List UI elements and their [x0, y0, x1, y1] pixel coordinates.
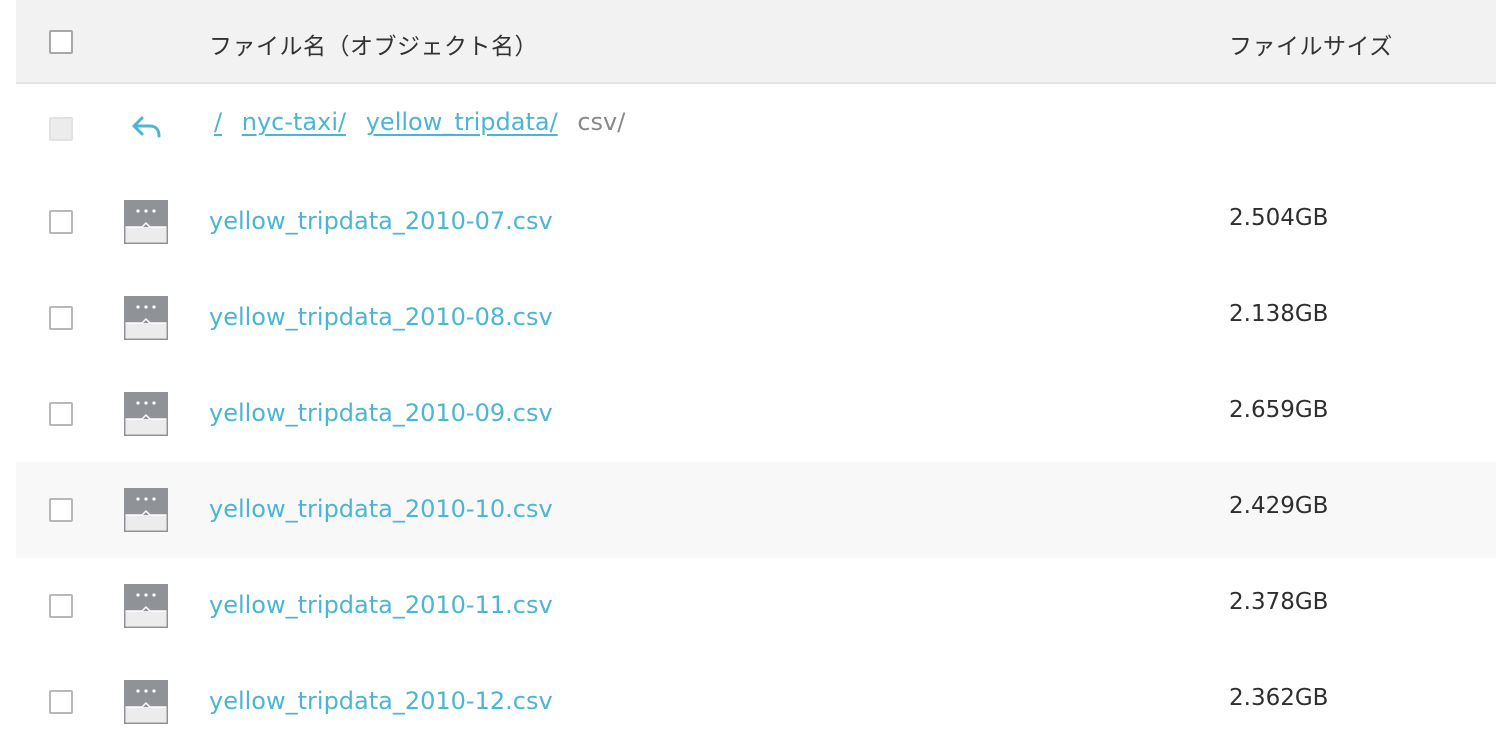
file-size: 2.138GB: [1229, 301, 1329, 327]
table-row[interactable]: yellow_tripdata_2010-11.csv 2.378GB: [16, 558, 1496, 654]
row-checkbox[interactable]: [49, 402, 73, 426]
file-size: 2.659GB: [1229, 397, 1329, 423]
row-checkbox[interactable]: [49, 210, 73, 234]
row-checkbox[interactable]: [49, 690, 73, 714]
name-column-header[interactable]: ファイル名（オブジェクト名）: [209, 27, 538, 61]
table-row[interactable]: yellow_tripdata_2010-10.csv 2.429GB: [16, 462, 1496, 558]
file-name-link[interactable]: yellow_tripdata_2010-08.csv: [209, 303, 553, 331]
file-size: 2.504GB: [1229, 205, 1329, 231]
file-name-link[interactable]: yellow_tripdata_2010-11.csv: [209, 591, 553, 619]
row-checkbox[interactable]: [49, 498, 73, 522]
row-checkbox[interactable]: [49, 594, 73, 618]
file-icon: [124, 488, 168, 532]
table-row[interactable]: yellow_tripdata_2010-08.csv 2.138GB: [16, 270, 1496, 366]
row-checkbox[interactable]: [49, 306, 73, 330]
file-icon: [124, 200, 168, 244]
table-header: ファイル名（オブジェクト名） ファイルサイズ: [16, 0, 1496, 84]
back-arrow-icon[interactable]: [130, 112, 164, 142]
breadcrumb-nyc-taxi-link[interactable]: nyc-taxi/: [242, 108, 346, 136]
file-icon: [124, 584, 168, 628]
table-row[interactable]: yellow_tripdata_2010-09.csv 2.659GB: [16, 366, 1496, 462]
breadcrumb-yellow-tripdata-link[interactable]: yellow_tripdata/: [366, 108, 558, 136]
table-row[interactable]: yellow_tripdata_2010-07.csv 2.504GB: [16, 174, 1496, 270]
size-column-header[interactable]: ファイルサイズ: [1229, 27, 1393, 61]
file-name-link[interactable]: yellow_tripdata_2010-10.csv: [209, 495, 553, 523]
file-icon: [124, 680, 168, 724]
breadcrumb-root-link[interactable]: /: [214, 108, 222, 136]
parent-checkbox-disabled: [49, 117, 73, 141]
file-icon: [124, 392, 168, 436]
file-size: 2.378GB: [1229, 589, 1329, 615]
file-name-link[interactable]: yellow_tripdata_2010-07.csv: [209, 207, 553, 235]
breadcrumb-row: / nyc-taxi/ yellow_tripdata/ csv/: [16, 84, 1496, 174]
table-row[interactable]: yellow_tripdata_2010-12.csv 2.362GB: [16, 654, 1496, 750]
breadcrumb-current-folder: csv/: [577, 108, 626, 136]
file-name-link[interactable]: yellow_tripdata_2010-09.csv: [209, 399, 553, 427]
file-icon: [124, 296, 168, 340]
file-name-link[interactable]: yellow_tripdata_2010-12.csv: [209, 687, 553, 715]
file-size: 2.429GB: [1229, 493, 1329, 519]
breadcrumb: / nyc-taxi/ yellow_tripdata/ csv/: [214, 108, 625, 136]
select-all-checkbox[interactable]: [49, 30, 73, 54]
file-table: ファイル名（オブジェクト名） ファイルサイズ / nyc-taxi/ yello…: [16, 0, 1496, 750]
file-size: 2.362GB: [1229, 685, 1329, 711]
